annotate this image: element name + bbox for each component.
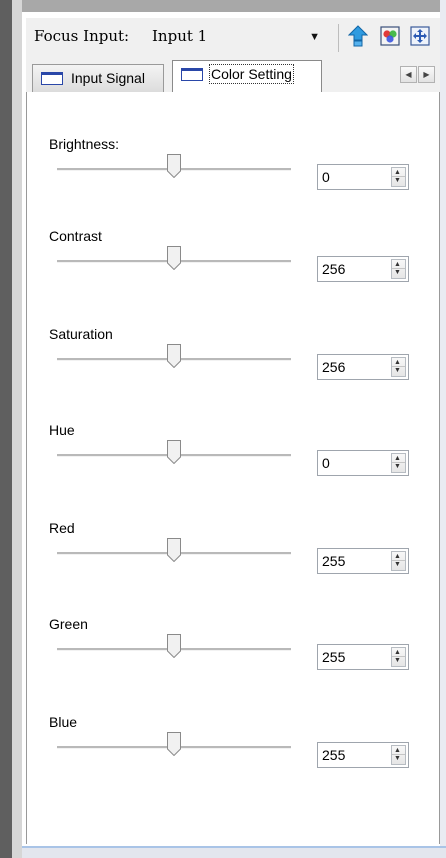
tab-color-setting[interactable]: Color Setting [172,60,322,93]
window-frame-light [12,0,22,858]
slider-thumb[interactable] [167,440,181,464]
slider-thumb[interactable] [167,538,181,562]
up-arrow-icon[interactable] [347,25,369,47]
setting-contrast: Contrast 256 ▲ ▼ [27,228,441,318]
spin-value[interactable]: 0 [322,169,330,185]
spin-arrows[interactable]: ▲ ▼ [391,647,406,667]
contrast-spinbox[interactable]: 256 ▲ ▼ [317,256,409,282]
spin-value[interactable]: 255 [322,553,345,569]
setting-brightness: Brightness: 0 ▲ ▼ [27,136,441,226]
setting-blue: Blue 255 ▲ ▼ [27,714,441,804]
spin-value[interactable]: 256 [322,359,345,375]
focus-input-dropdown[interactable]: Input 1 ▼ [152,22,330,52]
setting-label: Green [49,616,88,632]
setting-hue: Hue 0 ▲ ▼ [27,422,441,512]
move-arrows-icon[interactable] [410,25,430,47]
brightness-slider[interactable] [57,154,291,184]
tab-label: Color Setting [209,64,294,84]
color-palette-icon[interactable] [380,25,400,47]
hue-spinbox[interactable]: 0 ▲ ▼ [317,450,409,476]
spin-arrows[interactable]: ▲ ▼ [391,259,406,279]
dropdown-arrow-icon: ▼ [309,31,320,43]
slider-thumb[interactable] [167,154,181,178]
red-slider[interactable] [57,538,291,568]
top-strip [22,0,440,12]
setting-label: Red [49,520,75,536]
slider-thumb[interactable] [167,634,181,658]
spin-value[interactable]: 255 [322,649,345,665]
setting-red: Red 255 ▲ ▼ [27,520,441,610]
scroll-left-button[interactable]: ◀ [400,66,417,83]
setting-saturation: Saturation 256 ▲ ▼ [27,326,441,416]
slider-thumb[interactable] [167,344,181,368]
tab-strip: Input Signal Color Setting ◀ ▶ [26,58,440,93]
spin-value[interactable]: 0 [322,455,330,471]
hue-slider[interactable] [57,440,291,470]
window-icon [41,72,63,85]
color-setting-panel: Brightness: 0 ▲ ▼ Contrast 256 ▲ ▼ Saturat… [26,92,440,844]
slider-thumb[interactable] [167,246,181,270]
tab-scroll-buttons: ◀ ▶ [400,66,436,84]
spin-arrows[interactable]: ▲ ▼ [391,357,406,377]
green-slider[interactable] [57,634,291,664]
red-spinbox[interactable]: 255 ▲ ▼ [317,548,409,574]
window-frame-dark [0,0,12,858]
spin-value[interactable]: 255 [322,747,345,763]
blue-slider[interactable] [57,732,291,762]
setting-label: Saturation [49,326,113,342]
setting-label: Hue [49,422,75,438]
window-icon [181,68,203,81]
setting-label: Brightness: [49,136,120,152]
setting-label: Contrast [49,228,102,244]
spin-arrows[interactable]: ▲ ▼ [391,453,406,473]
spin-arrows[interactable]: ▲ ▼ [391,551,406,571]
green-spinbox[interactable]: 255 ▲ ▼ [317,644,409,670]
bottom-strip [22,846,446,858]
contrast-slider[interactable] [57,246,291,276]
saturation-slider[interactable] [57,344,291,374]
toolbar-separator [338,24,339,52]
focus-input-label: Focus Input: [34,27,130,45]
saturation-spinbox[interactable]: 256 ▲ ▼ [317,354,409,380]
setting-label: Blue [49,714,78,730]
brightness-spinbox[interactable]: 0 ▲ ▼ [317,164,409,190]
spin-value[interactable]: 256 [322,261,345,277]
spin-arrows[interactable]: ▲ ▼ [391,745,406,765]
focus-input-bar: Focus Input: Input 1 ▼ [26,18,440,58]
tab-input-signal[interactable]: Input Signal [32,64,164,92]
blue-spinbox[interactable]: 255 ▲ ▼ [317,742,409,768]
setting-green: Green 255 ▲ ▼ [27,616,441,706]
focus-input-value: Input 1 [152,27,208,45]
slider-thumb[interactable] [167,732,181,756]
tab-label: Input Signal [71,70,145,86]
spin-arrows[interactable]: ▲ ▼ [391,167,406,187]
scroll-right-button[interactable]: ▶ [418,66,435,83]
